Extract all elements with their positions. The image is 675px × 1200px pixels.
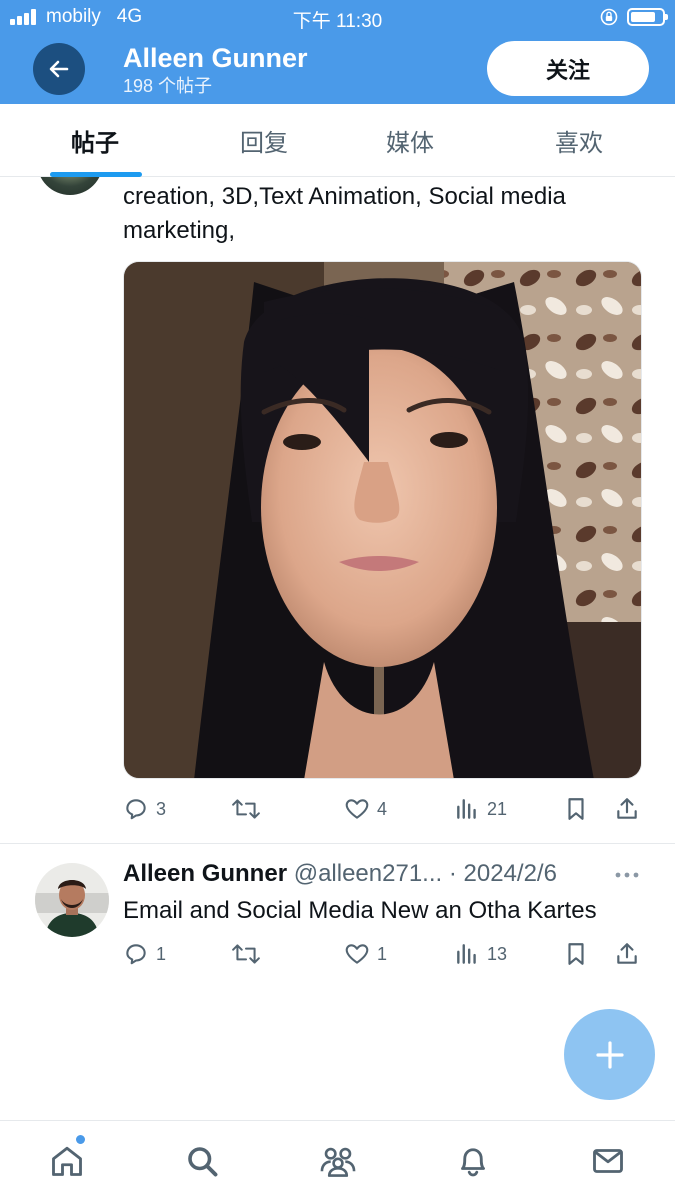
header-separator: · — [448, 860, 457, 887]
nav-search[interactable] — [182, 1141, 222, 1181]
share-button[interactable] — [614, 941, 640, 967]
like-icon — [345, 944, 369, 964]
communities-icon — [320, 1147, 356, 1177]
tweet-date[interactable]: 2024/2/6 — [464, 860, 557, 887]
bookmark-icon — [568, 798, 584, 820]
tweet-actions: 3 4 21 — [123, 796, 643, 826]
author-name[interactable]: Alleen Gunner — [123, 860, 287, 887]
notifications-icon — [461, 1148, 485, 1177]
bookmark-button[interactable] — [563, 941, 589, 967]
tweet-divider — [0, 843, 675, 844]
notification-dot — [76, 1135, 85, 1144]
bottom-nav — [0, 1120, 675, 1200]
author-handle[interactable]: @alleen271... — [294, 860, 442, 887]
rotation-lock-icon — [600, 8, 618, 26]
tweet-actions: 1 1 13 — [123, 941, 643, 971]
avatar[interactable] — [37, 177, 103, 195]
reply-count: 1 — [156, 943, 167, 964]
views-icon — [457, 799, 476, 819]
follow-button[interactable]: 关注 — [487, 41, 649, 96]
reply-count: 3 — [156, 798, 167, 819]
share-button[interactable] — [614, 796, 640, 822]
reply-button[interactable]: 1 — [123, 941, 166, 967]
arrow-left-icon — [49, 60, 69, 78]
tab-likes[interactable]: 喜欢 — [555, 123, 603, 158]
bookmark-icon — [568, 943, 584, 965]
share-icon — [617, 798, 637, 819]
tweet-text: Email and Social Media New an Otha Karte… — [123, 897, 597, 924]
tweet-photo[interactable] — [123, 261, 642, 779]
more-icon[interactable] — [614, 867, 640, 883]
tab-replies[interactable]: 回复 — [240, 123, 288, 158]
nav-communities[interactable] — [318, 1141, 358, 1181]
profile-name: Alleen Gunner — [123, 43, 308, 73]
post-count: 198 个帖子 — [123, 76, 213, 96]
tweet-header: Alleen Gunner @alleen271... · 2024/2/6 — [123, 860, 557, 888]
retweet-button[interactable] — [231, 941, 261, 967]
tab-media[interactable]: 媒体 — [386, 123, 434, 158]
like-count: 1 — [377, 943, 388, 964]
reply-icon — [126, 944, 146, 965]
search-icon — [188, 1147, 218, 1177]
views-count: 13 — [487, 943, 508, 964]
compose-plus-icon — [595, 1040, 624, 1069]
like-button[interactable]: 1 — [344, 941, 387, 967]
nav-notifications[interactable] — [453, 1141, 493, 1181]
compose-button[interactable] — [564, 1009, 655, 1100]
share-icon — [617, 943, 637, 964]
back-button[interactable] — [33, 43, 85, 95]
reply-icon — [126, 799, 146, 820]
timeline[interactable]: creation, 3D,Text Animation, Social medi… — [0, 177, 675, 1120]
profile-header: mobily 4G 下午 11:30 Alleen Gunner 198 个帖子… — [0, 0, 675, 104]
reply-button[interactable]: 3 — [123, 796, 166, 822]
home-icon — [52, 1146, 82, 1176]
messages-icon — [593, 1149, 623, 1173]
nav-messages[interactable] — [588, 1141, 628, 1181]
tab-posts[interactable]: 帖子 — [71, 123, 119, 158]
profile-tabs: 帖子 回复 媒体 喜欢 — [0, 104, 675, 177]
tweet-text-line: creation, 3D,Text Animation, Social medi… — [123, 183, 566, 210]
like-icon — [345, 799, 369, 819]
views-icon — [457, 944, 476, 964]
bookmark-button[interactable] — [563, 796, 589, 822]
views-button[interactable]: 13 — [454, 941, 507, 967]
tweet-text-line: marketing, — [123, 217, 236, 244]
battery-icon — [627, 8, 668, 26]
retweet-icon — [232, 944, 260, 964]
views-count: 21 — [487, 798, 508, 819]
status-bar: mobily 4G 下午 11:30 — [0, 0, 675, 34]
views-button[interactable]: 21 — [454, 796, 507, 822]
active-tab-indicator — [50, 172, 142, 177]
like-count: 4 — [377, 798, 388, 819]
nav-home[interactable] — [47, 1141, 87, 1181]
avatar[interactable] — [35, 863, 109, 937]
status-time: 下午 11:30 — [292, 11, 383, 32]
retweet-button[interactable] — [231, 796, 261, 822]
retweet-icon — [232, 799, 260, 819]
like-button[interactable]: 4 — [344, 796, 387, 822]
